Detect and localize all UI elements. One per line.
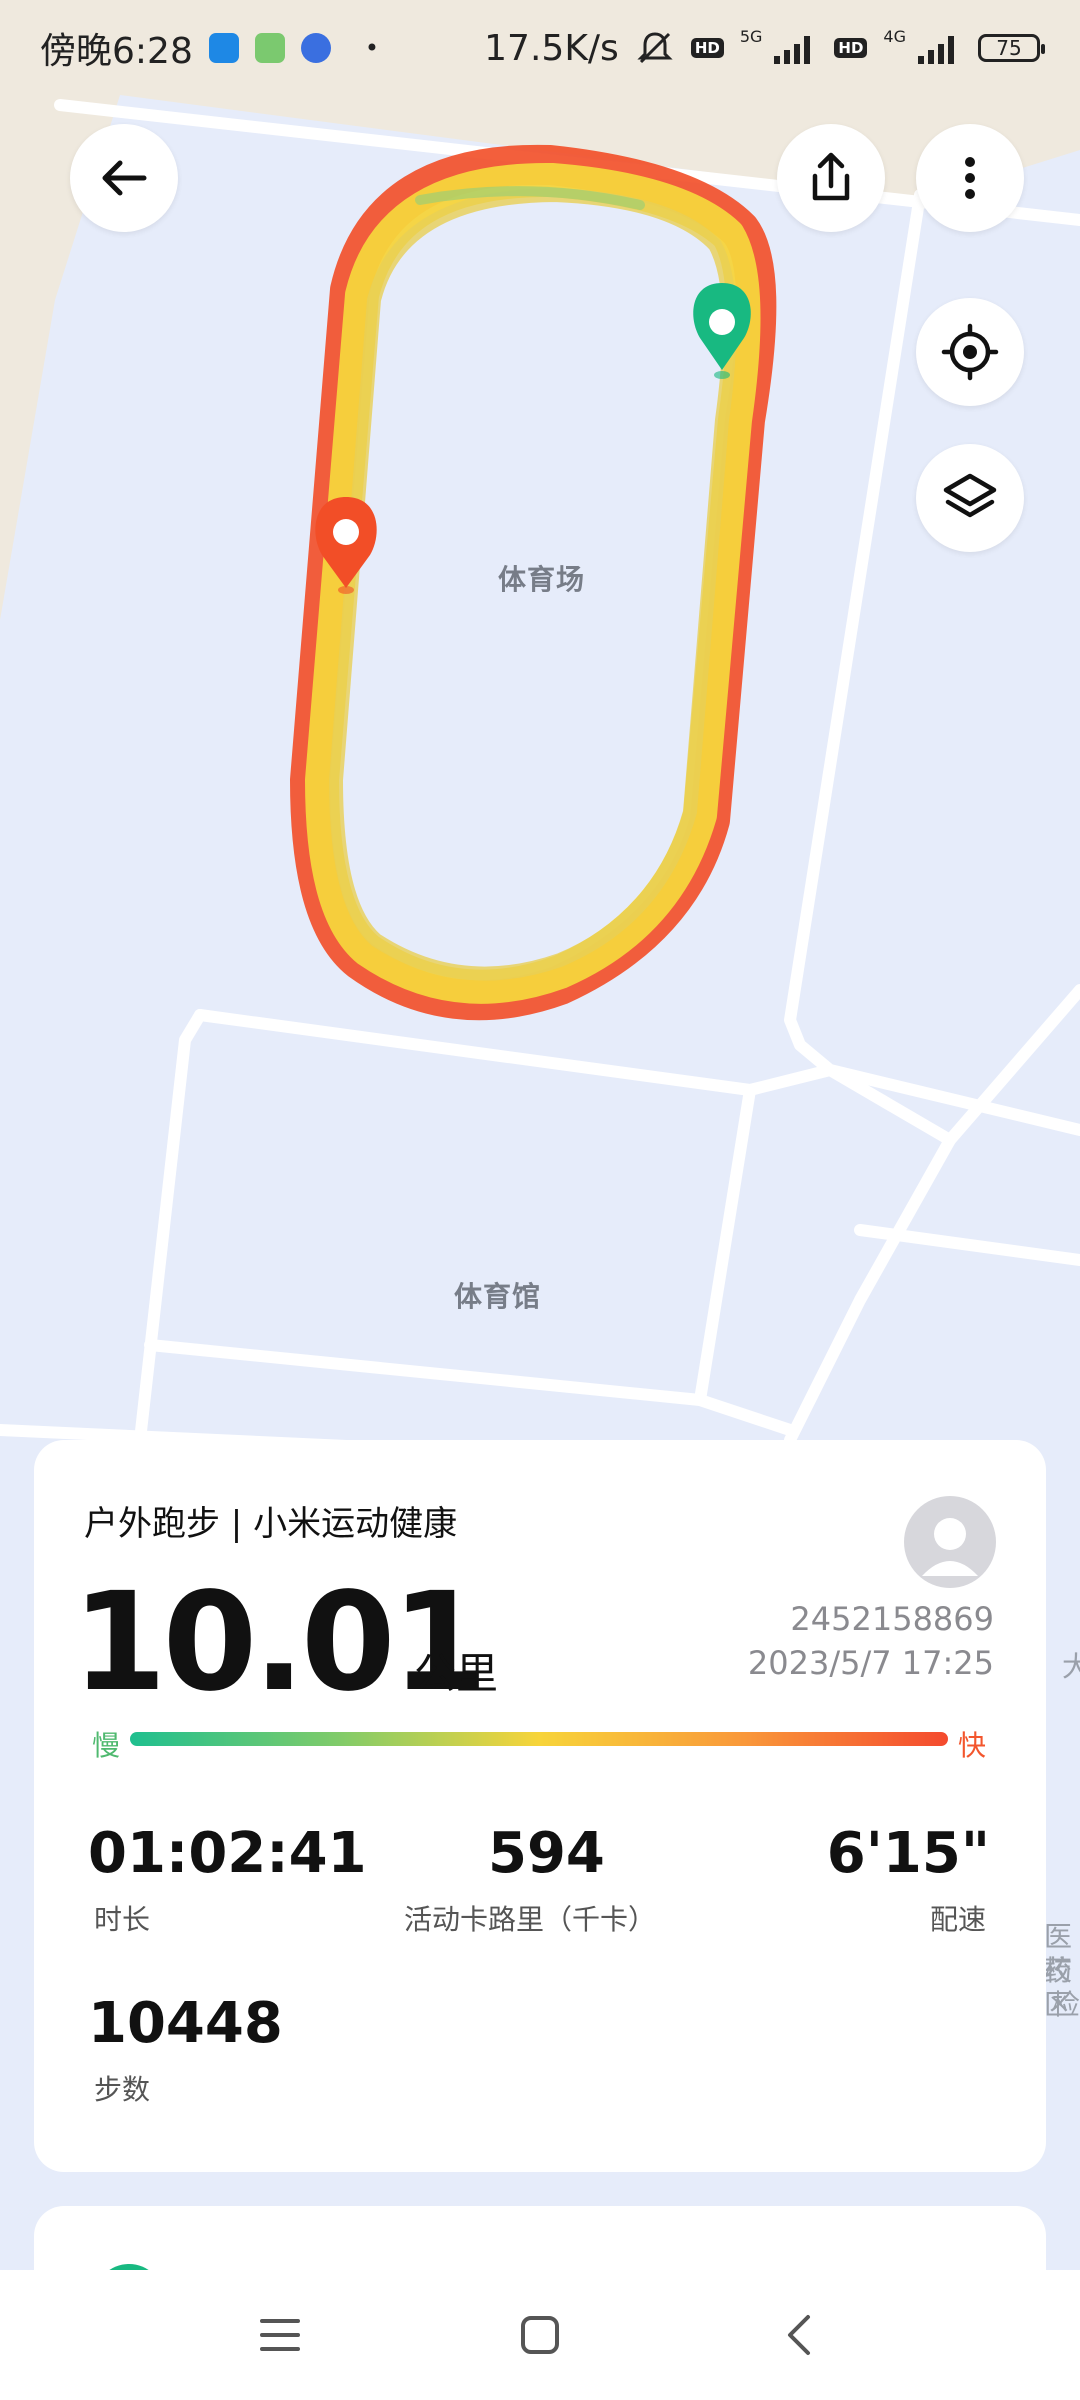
calories-value: 594 [488, 1821, 605, 1886]
arrow-left-icon [102, 160, 147, 196]
steps-value: 10448 [88, 1991, 283, 2056]
mute-bell-icon [637, 32, 673, 64]
network-type: 4G [883, 26, 906, 46]
more-notifications-dot: • [364, 34, 379, 62]
pace-label: 配速 [929, 1903, 986, 1936]
home-button[interactable] [510, 2305, 570, 2365]
system-back-button[interactable] [770, 2305, 830, 2365]
workout-datetime: 2023/5/7 17:25 [747, 1644, 994, 1682]
net-speed: 17.5K/s [484, 27, 619, 69]
menu-icon [260, 2319, 300, 2351]
duration-value: 01:02:41 [88, 1821, 367, 1886]
battery-icon: 75 [978, 34, 1045, 62]
user-id: 2452158869 [790, 1600, 994, 1638]
distance-unit: 公里 [414, 1649, 499, 1698]
share-button[interactable] [777, 124, 885, 232]
recent-apps-button[interactable] [250, 2305, 310, 2365]
calories-label: 活动卡路里（千卡） [404, 1903, 657, 1936]
app-notification-icon [208, 33, 239, 63]
steps-label: 步数 [94, 2073, 151, 2106]
hd-badge: HD [834, 38, 868, 58]
duration-label: 时长 [94, 1903, 151, 1936]
locate-icon [941, 323, 999, 381]
status-time: 傍晚6:28 [40, 31, 193, 72]
signal-icon [774, 36, 811, 64]
speed-gradient-bar [130, 1732, 948, 1746]
share-icon [812, 152, 850, 201]
user-avatar-icon [922, 1518, 978, 1576]
more-button[interactable] [916, 124, 1024, 232]
app-notification-icon [300, 33, 331, 63]
hd-badge: HD [690, 38, 724, 58]
back-button[interactable] [70, 124, 178, 232]
locate-button[interactable] [916, 298, 1024, 406]
signal-icon [918, 36, 954, 64]
avatar[interactable] [904, 1496, 996, 1588]
workout-title: 户外跑步 | 小米运动健康 [84, 1504, 458, 1544]
system-nav-bar [0, 2270, 1080, 2400]
status-bar: 傍晚6:28 • 17.5K/s HD 5G HD 4G 75 [0, 0, 1080, 96]
pace-value: 6'15" [826, 1821, 990, 1886]
map-layers-button[interactable] [916, 444, 1024, 552]
layers-icon [943, 473, 997, 518]
map-label-gym: 体育馆 [454, 1280, 542, 1313]
network-type: 5G [739, 26, 763, 46]
map-edge-label: 检 [1052, 1988, 1080, 2021]
map-label-stadium: 体育场 [498, 563, 586, 596]
home-square-icon [521, 2316, 559, 2354]
workout-summary-card: 户外跑步 | 小米运动健康 10.01 公里 2452158869 2023/5… [34, 1440, 1046, 2172]
map-edge-label: 大 [1062, 1650, 1080, 1683]
more-vertical-icon [965, 157, 975, 199]
speed-legend-fast: 快 [958, 1729, 987, 1762]
speed-legend-slow: 慢 [92, 1729, 121, 1762]
wechat-icon [254, 33, 285, 63]
chevron-left-icon [788, 2315, 810, 2355]
